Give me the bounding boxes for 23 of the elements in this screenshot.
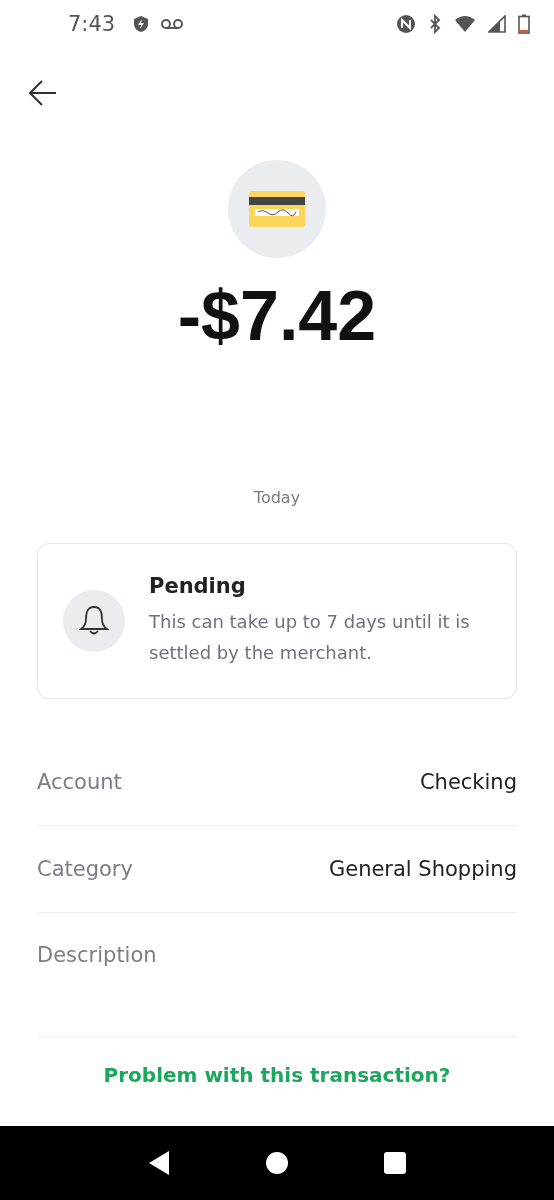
wifi-icon [454, 15, 476, 33]
home-nav-icon[interactable] [265, 1151, 289, 1175]
transaction-amount: -$7.42 [177, 276, 377, 356]
problem-link[interactable]: Problem with this transaction? [103, 1063, 451, 1087]
voicemail-icon [161, 18, 184, 30]
detail-label: Category [37, 857, 133, 881]
back-arrow-icon[interactable] [28, 78, 58, 108]
credit-card-icon [249, 191, 305, 227]
recents-nav-icon[interactable] [383, 1151, 407, 1175]
status-time: 7:43 [68, 12, 116, 36]
nfc-icon [396, 14, 416, 34]
detail-value: Checking [419, 770, 517, 794]
detail-label: Account [37, 770, 122, 794]
back-nav-icon[interactable] [147, 1150, 171, 1176]
transaction-date: Today [253, 488, 301, 507]
notice-title: Pending [149, 574, 247, 598]
shield-icon [133, 15, 150, 33]
bluetooth-icon [428, 14, 442, 34]
signal-icon [488, 15, 506, 33]
detail-label: Description [37, 943, 157, 967]
battery-icon [518, 14, 530, 34]
notice-message: This can take up to 7 days until it is settled by the merchant. [149, 610, 471, 665]
detail-value: General Shopping [328, 857, 517, 881]
